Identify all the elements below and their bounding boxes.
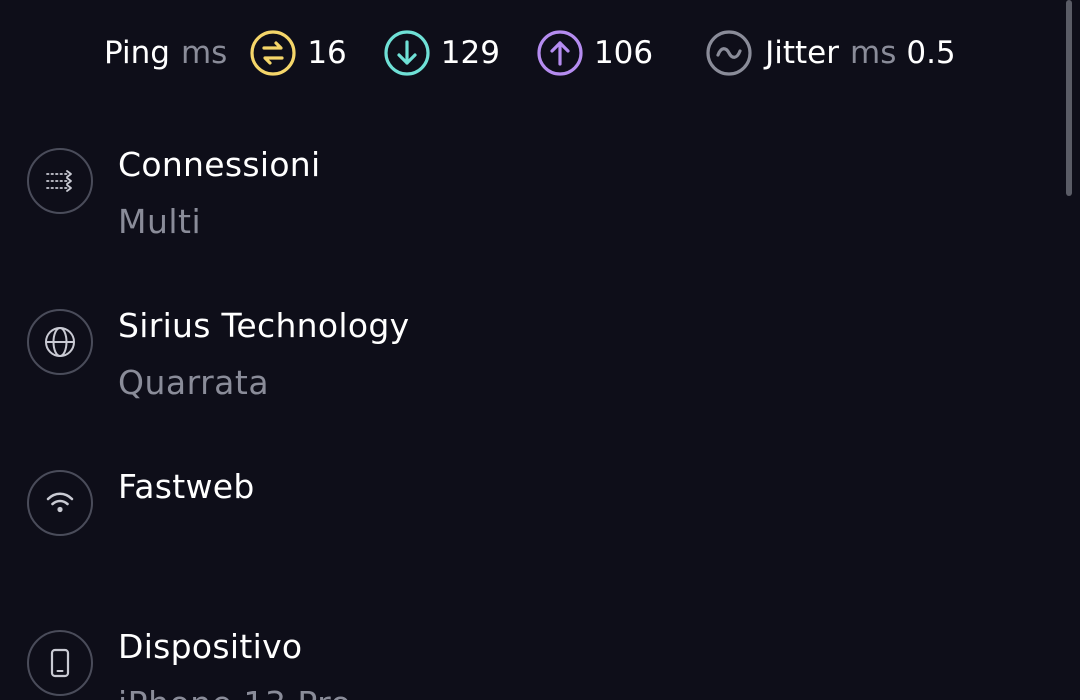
connections-row: Connessioni Multi (27, 145, 321, 242)
device-model: iPhone 13 Pro (118, 684, 351, 700)
ping-arrows-icon (249, 29, 297, 77)
device-text: Dispositivo iPhone 13 Pro (118, 627, 351, 700)
jitter-metric: Jitter ms 0.5 (705, 29, 956, 77)
phone-icon (27, 630, 93, 696)
device-title: Dispositivo (118, 627, 303, 666)
jitter-unit: ms (850, 35, 897, 71)
provider-text: Fastweb (118, 467, 255, 507)
server-row[interactable]: Sirius Technology Quarrata (27, 306, 409, 403)
ping-label: Ping (104, 35, 170, 71)
download-value: 129 (440, 35, 500, 71)
metrics-row: Ping ms 16 129 106 Jitter ms 0.5 (104, 26, 956, 80)
wifi-icon (27, 470, 93, 536)
connections-value: Multi (118, 202, 202, 241)
scrollbar[interactable] (1066, 0, 1072, 196)
upload-arrow-icon (536, 29, 584, 77)
ping-unit: ms (180, 35, 228, 71)
download-arrow-icon (383, 29, 431, 77)
upload-metric: 106 (536, 29, 653, 77)
provider-name: Fastweb (118, 467, 255, 506)
ping-metric: Ping ms 16 (104, 29, 347, 77)
jitter-label: Jitter (765, 35, 839, 71)
connections-title: Connessioni (118, 145, 321, 184)
server-name: Sirius Technology (118, 306, 410, 345)
provider-row: Fastweb (27, 467, 255, 536)
speedtest-results-screen: Ping ms 16 129 106 Jitter ms 0.5 Conness… (0, 0, 1080, 700)
server-text: Sirius Technology Quarrata (118, 306, 409, 403)
device-row: Dispositivo iPhone 13 Pro (27, 627, 351, 700)
connections-icon (27, 148, 93, 214)
globe-icon (27, 309, 93, 375)
jitter-value: 0.5 (906, 35, 956, 71)
upload-value: 106 (593, 35, 654, 71)
connections-text: Connessioni Multi (118, 145, 321, 242)
ping-value: 16 (307, 35, 347, 71)
download-metric: 129 (383, 29, 500, 77)
jitter-wave-icon (705, 29, 753, 77)
server-location: Quarrata (118, 363, 270, 402)
